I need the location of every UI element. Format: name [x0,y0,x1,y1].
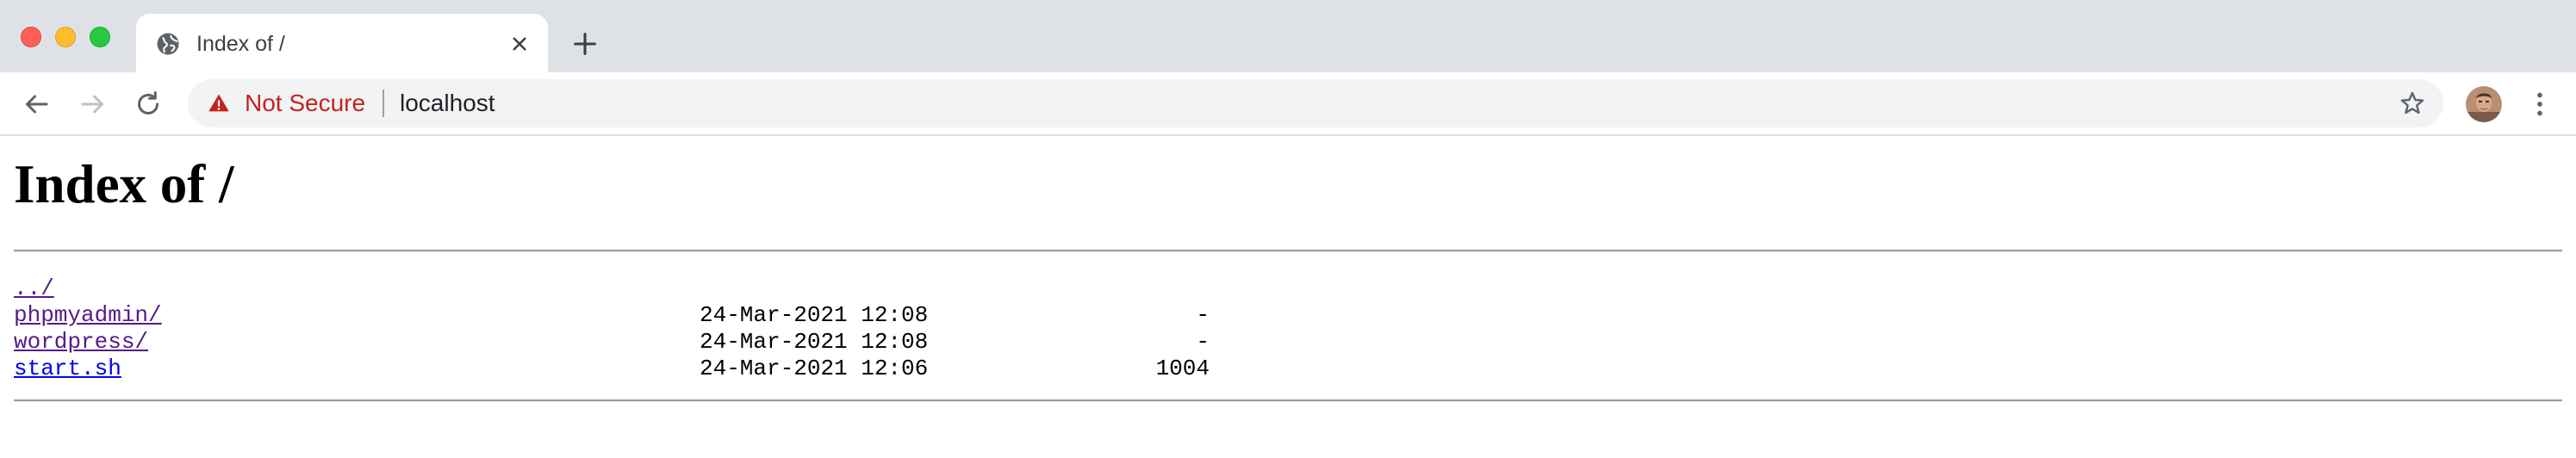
entry-date: 24-Mar-2021 12:08 [700,329,929,355]
plus-icon[interactable] [570,29,600,59]
warning-triangle-icon[interactable] [207,91,231,115]
tab-index-of[interactable]: Index of / [136,14,548,72]
security-status-label[interactable]: Not Secure [245,90,365,117]
entry-size: - [1196,329,1210,355]
tab-title: Index of / [196,32,285,56]
kebab-menu-icon[interactable] [2524,88,2555,121]
entry-link-start-sh[interactable]: start.sh [14,356,121,382]
tab-strip: Index of / [0,0,2576,72]
entry-link-wordpress[interactable]: wordpress/ [14,329,148,356]
entry-size: - [1196,302,1210,328]
reload-icon[interactable] [133,89,164,120]
page-content: Index of / ../ phpmyadmin/ 24-Mar-2021 1… [0,136,2576,458]
star-outline-icon[interactable] [2399,90,2426,117]
parent-directory-link[interactable]: ../ [14,275,54,302]
list-item: phpmyadmin/ 24-Mar-2021 12:08 - [14,302,1306,329]
entry-size: 1004 [1155,356,1210,381]
list-item: wordpress/ 24-Mar-2021 12:08 - [14,329,1306,356]
url-input[interactable]: localhost [400,90,495,117]
address-bar[interactable]: Not Secure localhost [188,79,2443,127]
window-zoom-button[interactable] [90,27,110,47]
omnibox-divider [383,90,384,117]
close-tab-icon[interactable] [507,31,532,57]
arrow-left-icon[interactable] [21,89,52,120]
entry-date: 24-Mar-2021 12:06 [700,356,929,381]
browser-toolbar: Not Secure localhost [0,72,2576,136]
browser-window: Index of / Not Secure localhost Index of… [0,0,2576,458]
list-item: start.sh 24-Mar-2021 12:06 1004 [14,356,1306,382]
page-title: Index of / [14,154,234,214]
arrow-right-icon[interactable] [78,89,109,120]
avatar[interactable] [2466,86,2502,122]
window-close-button[interactable] [21,27,41,47]
entry-date: 24-Mar-2021 12:08 [700,302,929,328]
divider-top [14,250,2562,252]
list-item: ../ [14,275,1306,302]
directory-listing: ../ phpmyadmin/ 24-Mar-2021 12:08 - word… [14,275,1306,382]
window-minimize-button[interactable] [55,27,76,47]
globe-icon [157,33,179,55]
divider-bottom [14,399,2562,402]
entry-link-phpmyadmin[interactable]: phpmyadmin/ [14,302,162,329]
